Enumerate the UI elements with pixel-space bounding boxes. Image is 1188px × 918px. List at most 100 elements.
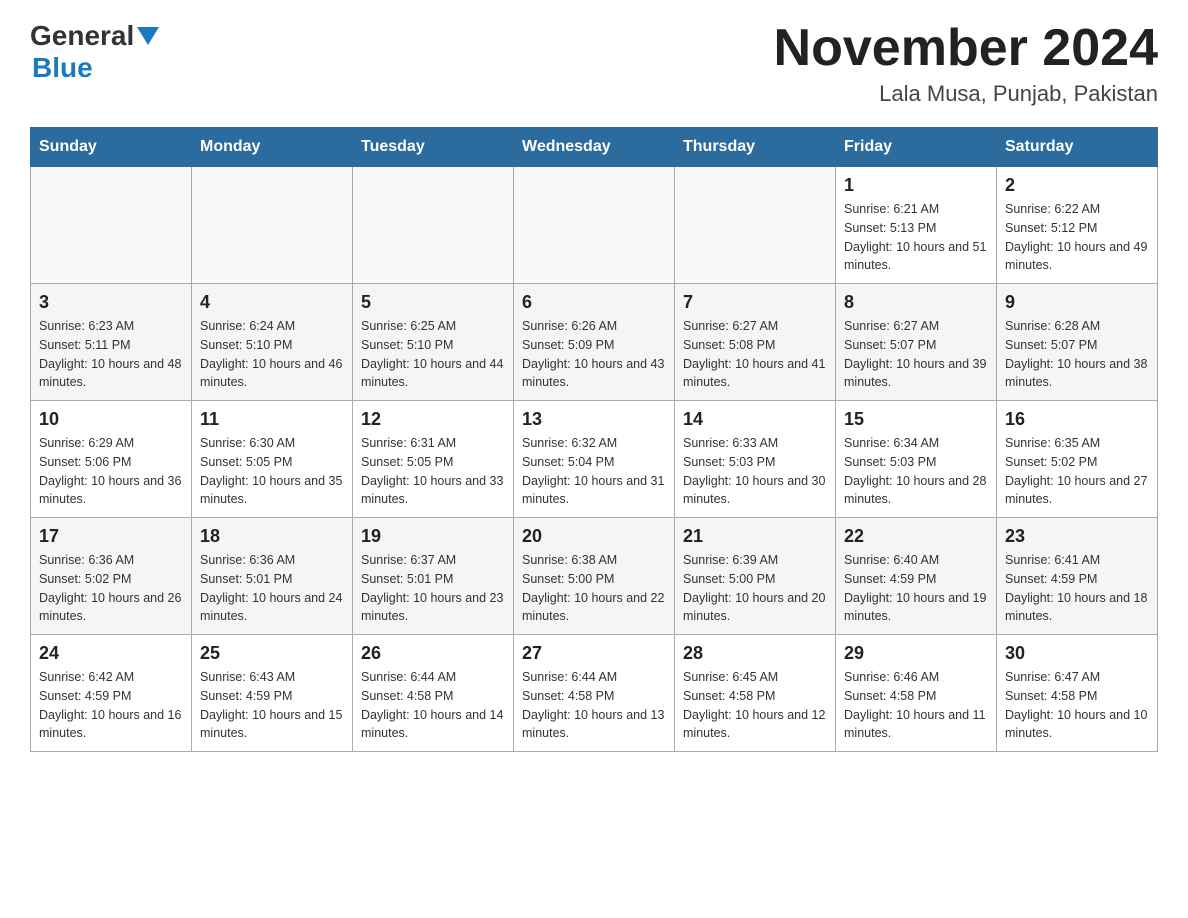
logo: General Blue [30,20,159,84]
day-info: Sunrise: 6:22 AMSunset: 5:12 PMDaylight:… [1005,200,1149,275]
table-row: 15 Sunrise: 6:34 AMSunset: 5:03 PMDayligh… [836,401,997,518]
day-info: Sunrise: 6:42 AMSunset: 4:59 PMDaylight:… [39,668,183,743]
day-info: Sunrise: 6:44 AMSunset: 4:58 PMDaylight:… [522,668,666,743]
calendar-week-row: 1 Sunrise: 6:21 AMSunset: 5:13 PMDaylight… [31,167,1158,284]
day-info: Sunrise: 6:27 AMSunset: 5:08 PMDaylight:… [683,317,827,392]
table-row: 4 Sunrise: 6:24 AMSunset: 5:10 PMDaylight… [192,284,353,401]
day-info: Sunrise: 6:38 AMSunset: 5:00 PMDaylight:… [522,551,666,626]
day-number: 1 [844,175,988,196]
day-number: 5 [361,292,505,313]
page-header: General Blue November 2024 Lala Musa, Pu… [30,20,1158,107]
table-row: 23 Sunrise: 6:41 AMSunset: 4:59 PMDayligh… [997,518,1158,635]
day-info: Sunrise: 6:45 AMSunset: 4:58 PMDaylight:… [683,668,827,743]
day-info: Sunrise: 6:34 AMSunset: 5:03 PMDaylight:… [844,434,988,509]
table-row [31,167,192,284]
header-friday: Friday [836,128,997,167]
day-number: 2 [1005,175,1149,196]
day-info: Sunrise: 6:30 AMSunset: 5:05 PMDaylight:… [200,434,344,509]
day-number: 4 [200,292,344,313]
table-row: 14Sunrise: 6:33 AMSunset: 5:03 PMDayligh… [675,401,836,518]
day-number: 30 [1005,643,1149,664]
header-saturday: Saturday [997,128,1158,167]
table-row [192,167,353,284]
day-number: 24 [39,643,183,664]
table-row: 17Sunrise: 6:36 AMSunset: 5:02 PMDayligh… [31,518,192,635]
day-number: 19 [361,526,505,547]
day-info: Sunrise: 6:28 AMSunset: 5:07 PMDaylight:… [1005,317,1149,392]
day-number: 18 [200,526,344,547]
table-row: 29 Sunrise: 6:46 AMSunset: 4:58 PMDayligh… [836,635,997,752]
day-info: Sunrise: 6:24 AMSunset: 5:10 PMDaylight:… [200,317,344,392]
day-number: 3 [39,292,183,313]
day-info: Sunrise: 6:43 AMSunset: 4:59 PMDaylight:… [200,668,344,743]
day-info: Sunrise: 6:35 AMSunset: 5:02 PMDaylight:… [1005,434,1149,509]
table-row [514,167,675,284]
table-row: 22Sunrise: 6:40 AMSunset: 4:59 PMDayligh… [836,518,997,635]
day-number: 15 [844,409,988,430]
day-info: Sunrise: 6:39 AMSunset: 5:00 PMDaylight:… [683,551,827,626]
day-number: 13 [522,409,666,430]
table-row: 26 Sunrise: 6:44 AMSunset: 4:58 PMDayligh… [353,635,514,752]
day-number: 9 [1005,292,1149,313]
table-row: 10Sunrise: 6:29 AMSunset: 5:06 PMDayligh… [31,401,192,518]
calendar-table: Sunday Monday Tuesday Wednesday Thursday… [30,127,1158,752]
day-number: 21 [683,526,827,547]
day-info: Sunrise: 6:44 AMSunset: 4:58 PMDaylight:… [361,668,505,743]
day-number: 27 [522,643,666,664]
header-monday: Monday [192,128,353,167]
day-number: 23 [1005,526,1149,547]
header-wednesday: Wednesday [514,128,675,167]
day-info: Sunrise: 6:32 AMSunset: 5:04 PMDaylight:… [522,434,666,509]
day-info: Sunrise: 6:36 AMSunset: 5:01 PMDaylight:… [200,551,344,626]
table-row: 1 Sunrise: 6:21 AMSunset: 5:13 PMDaylight… [836,167,997,284]
header-tuesday: Tuesday [353,128,514,167]
day-number: 29 [844,643,988,664]
table-row: 3 Sunrise: 6:23 AMSunset: 5:11 PMDaylight… [31,284,192,401]
table-row: 30Sunrise: 6:47 AMSunset: 4:58 PMDayligh… [997,635,1158,752]
table-row: 11 Sunrise: 6:30 AMSunset: 5:05 PMDayligh… [192,401,353,518]
table-row: 6 Sunrise: 6:26 AMSunset: 5:09 PMDaylight… [514,284,675,401]
table-row [675,167,836,284]
table-row: 21 Sunrise: 6:39 AMSunset: 5:00 PMDayligh… [675,518,836,635]
calendar-week-row: 24 Sunrise: 6:42 AMSunset: 4:59 PMDayligh… [31,635,1158,752]
table-row: 5 Sunrise: 6:25 AMSunset: 5:10 PMDaylight… [353,284,514,401]
header-thursday: Thursday [675,128,836,167]
day-info: Sunrise: 6:26 AMSunset: 5:09 PMDaylight:… [522,317,666,392]
day-number: 8 [844,292,988,313]
location-title: Lala Musa, Punjab, Pakistan [774,81,1158,107]
day-number: 20 [522,526,666,547]
day-number: 26 [361,643,505,664]
table-row: 8Sunrise: 6:27 AMSunset: 5:07 PMDaylight… [836,284,997,401]
table-row: 19Sunrise: 6:37 AMSunset: 5:01 PMDayligh… [353,518,514,635]
day-number: 12 [361,409,505,430]
day-info: Sunrise: 6:23 AMSunset: 5:11 PMDaylight:… [39,317,183,392]
table-row: 18 Sunrise: 6:36 AMSunset: 5:01 PMDayligh… [192,518,353,635]
table-row: 9 Sunrise: 6:28 AMSunset: 5:07 PMDaylight… [997,284,1158,401]
day-number: 28 [683,643,827,664]
calendar-week-row: 10Sunrise: 6:29 AMSunset: 5:06 PMDayligh… [31,401,1158,518]
calendar-week-row: 3 Sunrise: 6:23 AMSunset: 5:11 PMDaylight… [31,284,1158,401]
day-info: Sunrise: 6:36 AMSunset: 5:02 PMDaylight:… [39,551,183,626]
table-row: 7Sunrise: 6:27 AMSunset: 5:08 PMDaylight… [675,284,836,401]
day-number: 6 [522,292,666,313]
table-row: 13 Sunrise: 6:32 AMSunset: 5:04 PMDayligh… [514,401,675,518]
table-row: 12 Sunrise: 6:31 AMSunset: 5:05 PMDayligh… [353,401,514,518]
day-number: 11 [200,409,344,430]
table-row: 24 Sunrise: 6:42 AMSunset: 4:59 PMDayligh… [31,635,192,752]
month-title: November 2024 [774,20,1158,77]
day-info: Sunrise: 6:31 AMSunset: 5:05 PMDaylight:… [361,434,505,509]
table-row: 16Sunrise: 6:35 AMSunset: 5:02 PMDayligh… [997,401,1158,518]
table-row: 25Sunrise: 6:43 AMSunset: 4:59 PMDayligh… [192,635,353,752]
table-row: 20 Sunrise: 6:38 AMSunset: 5:00 PMDayligh… [514,518,675,635]
day-info: Sunrise: 6:41 AMSunset: 4:59 PMDaylight:… [1005,551,1149,626]
day-info: Sunrise: 6:46 AMSunset: 4:58 PMDaylight:… [844,668,988,743]
table-row: 27 Sunrise: 6:44 AMSunset: 4:58 PMDayligh… [514,635,675,752]
logo-blue-text: Blue [32,52,159,84]
day-info: Sunrise: 6:40 AMSunset: 4:59 PMDaylight:… [844,551,988,626]
day-info: Sunrise: 6:21 AMSunset: 5:13 PMDaylight:… [844,200,988,275]
logo-general-text: General [30,20,134,52]
table-row: 28 Sunrise: 6:45 AMSunset: 4:58 PMDayligh… [675,635,836,752]
table-row [353,167,514,284]
day-info: Sunrise: 6:25 AMSunset: 5:10 PMDaylight:… [361,317,505,392]
logo-arrow-icon [137,27,159,50]
